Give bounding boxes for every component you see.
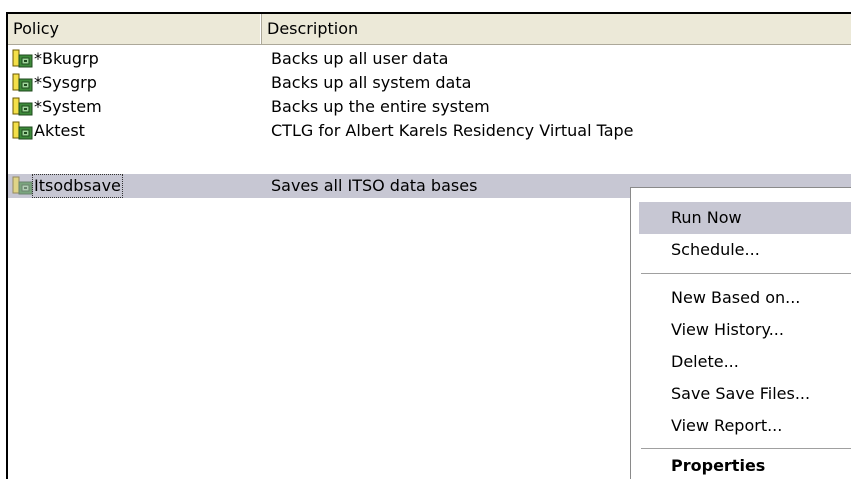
policy-icon xyxy=(12,176,33,195)
menu-item-view-history[interactable]: View History... xyxy=(639,314,851,346)
column-header: Policy Description xyxy=(8,14,851,45)
menu-item-properties[interactable]: Properties xyxy=(639,450,851,482)
policy-icon xyxy=(12,73,33,92)
policy-description: Backs up all system data xyxy=(271,73,472,92)
menu-item-new-based-on[interactable]: New Based on... xyxy=(639,282,851,314)
menu-item-view-report[interactable]: View Report... xyxy=(639,410,851,442)
table-row[interactable]: *Bkugrp Backs up all user data xyxy=(8,47,851,71)
policy-name: *Sysgrp xyxy=(34,73,97,92)
menu-separator xyxy=(641,448,851,449)
policy-name: Itsodbsave xyxy=(32,174,123,198)
policy-name: *System xyxy=(34,97,102,116)
menu-item-run-now[interactable]: Run Now xyxy=(639,202,851,234)
policy-name: Aktest xyxy=(34,121,85,140)
menu-item-delete[interactable]: Delete... xyxy=(639,346,851,378)
policy-icon xyxy=(12,97,33,116)
policy-description: Backs up all user data xyxy=(271,49,449,68)
context-menu: Run Now Schedule... New Based on... View… xyxy=(630,187,851,479)
menu-item-schedule[interactable]: Schedule... xyxy=(639,234,851,266)
policy-description: Saves all ITSO data bases xyxy=(271,176,478,195)
policy-icon xyxy=(12,49,33,68)
table-row[interactable]: *System Backs up the entire system xyxy=(8,95,851,119)
table-row[interactable]: *Sysgrp Backs up all system data xyxy=(8,71,851,95)
policy-name: *Bkugrp xyxy=(34,49,99,68)
menu-item-save-save-files[interactable]: Save Save Files... xyxy=(639,378,851,410)
menu-separator xyxy=(641,273,851,274)
policy-icon xyxy=(12,121,33,140)
column-header-description[interactable]: Description xyxy=(262,14,851,44)
policy-description: Backs up the entire system xyxy=(271,97,490,116)
table-row[interactable]: Aktest CTLG for Albert Karels Residency … xyxy=(8,119,851,143)
column-header-policy[interactable]: Policy xyxy=(8,14,262,44)
policy-description: CTLG for Albert Karels Residency Virtual… xyxy=(271,121,634,140)
